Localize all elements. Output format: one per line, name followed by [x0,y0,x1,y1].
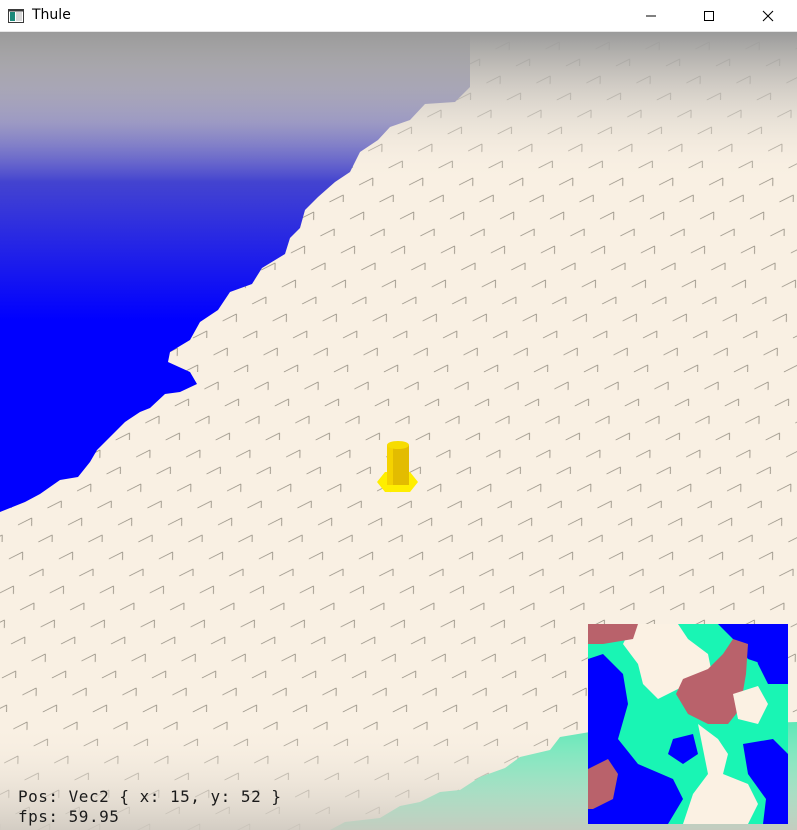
minimize-button[interactable] [622,0,680,32]
maximize-button[interactable] [680,0,738,32]
close-button[interactable] [739,0,797,32]
title-bar[interactable]: Thule [0,0,797,32]
fps-readout: fps: 59.95 [18,807,119,826]
fps-value: 59.95 [68,807,120,826]
window-title: Thule [32,7,71,23]
pos-value: Vec2 { x: 15, y: 52 } [68,787,282,806]
app-window-icon [8,8,24,23]
game-viewport[interactable]: Pos: Vec2 { x: 15, y: 52 } fps: 59.95 [0,32,797,830]
minimize-icon [645,7,657,26]
fps-label: fps: [18,807,59,826]
close-icon [762,7,774,26]
pos-label: Pos: [18,787,59,806]
maximize-icon [703,7,715,26]
position-readout: Pos: Vec2 { x: 15, y: 52 } [18,787,281,806]
minimap[interactable] [588,624,788,824]
